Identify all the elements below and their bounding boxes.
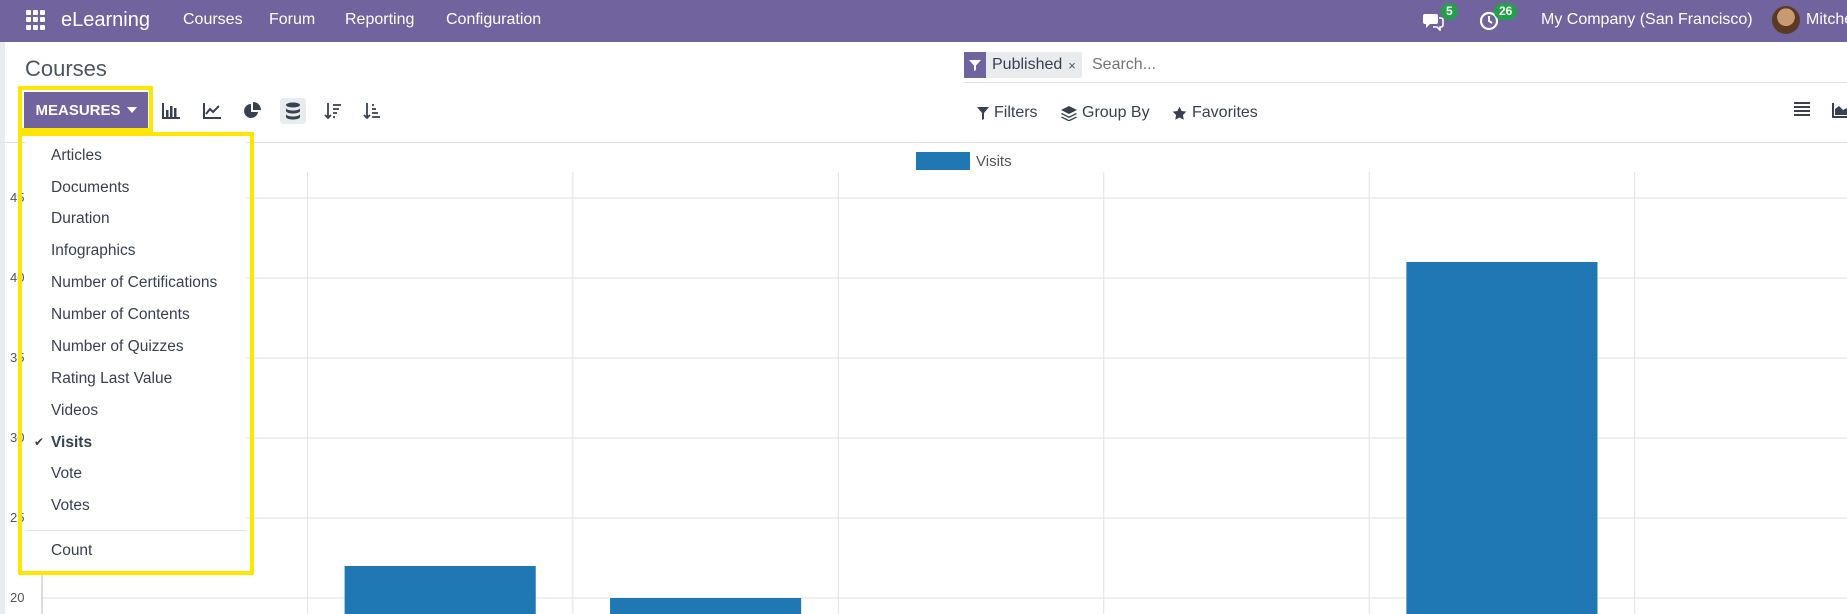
top-navbar: eLearning Courses Forum Reporting Config… xyxy=(0,0,1847,42)
group-by-toggle[interactable]: Group By xyxy=(1061,104,1150,122)
facet-remove-icon[interactable]: × xyxy=(1068,58,1082,73)
bar xyxy=(1406,262,1598,614)
line-chart-icon[interactable] xyxy=(199,98,225,124)
layers-icon xyxy=(1061,105,1077,121)
search-input[interactable] xyxy=(1090,55,1694,75)
stacked-icon[interactable] xyxy=(280,98,306,124)
star-icon xyxy=(1172,106,1187,120)
legend-label: Visits xyxy=(976,153,1012,170)
bar xyxy=(610,598,802,614)
search-facet: Published × xyxy=(964,52,1082,78)
menu-courses[interactable]: Courses xyxy=(183,11,243,29)
menu-configuration[interactable]: Configuration xyxy=(446,11,541,29)
y-tick-label: 20 xyxy=(10,590,24,605)
sort-ascending-icon[interactable] xyxy=(359,98,385,124)
menu-reporting[interactable]: Reporting xyxy=(345,11,414,29)
bar-chart: 454035302520Visits xyxy=(10,152,1847,614)
legend-swatch xyxy=(916,152,970,170)
graph-view-icon[interactable] xyxy=(1832,102,1847,123)
filter-icon xyxy=(977,106,989,120)
bar xyxy=(344,566,536,614)
favorites-toggle[interactable]: Favorites xyxy=(1172,104,1258,122)
favorites-label: Favorites xyxy=(1192,104,1258,121)
page-title: Courses xyxy=(25,56,107,81)
filter-funnel-icon xyxy=(964,52,986,78)
apps-menu-icon[interactable] xyxy=(26,10,46,30)
pie-chart-icon[interactable] xyxy=(239,98,265,124)
user-name[interactable]: Mitche xyxy=(1806,11,1847,29)
list-view-icon[interactable] xyxy=(1794,102,1810,121)
bar-chart-icon[interactable] xyxy=(158,98,184,124)
app-name[interactable]: eLearning xyxy=(61,9,150,32)
highlight-dropdown xyxy=(18,132,254,575)
group-by-label: Group By xyxy=(1082,104,1150,121)
search-underline xyxy=(964,82,1847,83)
user-avatar[interactable] xyxy=(1772,6,1800,34)
company-switcher[interactable]: My Company (San Francisco) xyxy=(1541,11,1753,29)
facet-label: Published xyxy=(992,56,1063,73)
filters-toggle[interactable]: Filters xyxy=(977,104,1038,122)
highlight-measures xyxy=(18,86,153,132)
filters-label: Filters xyxy=(994,104,1038,121)
activities-badge: 26 xyxy=(1494,3,1518,20)
sort-descending-icon[interactable] xyxy=(320,98,346,124)
menu-forum[interactable]: Forum xyxy=(269,11,315,29)
messages-badge: 5 xyxy=(1441,3,1458,20)
